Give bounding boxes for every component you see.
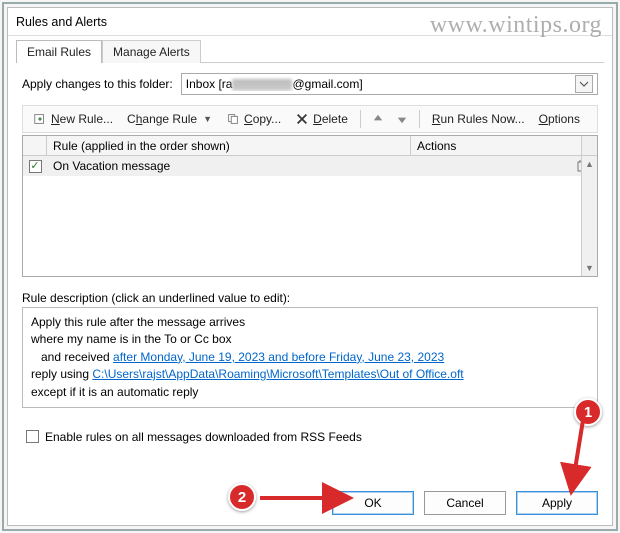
new-rule-button[interactable]: NNew Rule...ew Rule... (27, 110, 119, 128)
chevron-down-icon[interactable] (575, 75, 593, 93)
rule-enabled-checkbox[interactable] (29, 160, 42, 173)
scrollbar-track[interactable] (581, 172, 597, 260)
apply-folder-label: Apply changes to this folder: (22, 77, 173, 91)
options-button[interactable]: Options Options (533, 110, 586, 128)
rules-toolbar: NNew Rule...ew Rule... Change Rule▼ Chan… (22, 105, 598, 133)
run-rules-button[interactable]: Run Rules Now... Run Rules Now... (426, 110, 531, 128)
folder-dropdown[interactable]: Inbox [ra @gmail.com] (181, 73, 598, 95)
arrow-down-icon (395, 112, 409, 126)
move-up-button[interactable] (367, 110, 389, 128)
callout-1: 1 (574, 398, 602, 426)
new-rule-icon (33, 112, 47, 126)
ok-button[interactable]: OK (332, 491, 414, 515)
tab-panel-email-rules: Apply changes to this folder: Inbox [ra @… (16, 62, 604, 460)
scroll-down-button[interactable]: ▼ (581, 260, 597, 276)
col-rule-header[interactable]: Rule (applied in the order shown) (47, 136, 411, 155)
rules-alerts-dialog: Rules and Alerts www.wintips.org Email R… (7, 7, 613, 526)
cancel-button[interactable]: Cancel (424, 491, 506, 515)
rule-row[interactable]: On Vacation message (23, 156, 597, 176)
move-down-button[interactable] (391, 110, 413, 128)
desc-line-4: reply using C:\Users\rajst\AppData\Roami… (31, 366, 589, 383)
rss-label: Enable rules on all messages downloaded … (45, 430, 362, 444)
col-actions-header[interactable]: Actions (411, 136, 581, 155)
template-path-link[interactable]: C:\Users\rajst\AppData\Roaming\Microsoft… (92, 367, 463, 381)
redacted-text (232, 79, 292, 91)
rule-name: On Vacation message (47, 159, 427, 173)
desc-line-5: except if it is an automatic reply (31, 384, 589, 401)
scroll-up-button[interactable]: ▲ (581, 156, 597, 172)
apply-button[interactable]: Apply (516, 491, 598, 515)
tab-email-rules[interactable]: Email Rules (16, 40, 102, 63)
change-rule-button[interactable]: Change Rule▼ Change Rule (121, 110, 218, 128)
copy-rule-button[interactable]: Copy... Copy... (220, 110, 287, 128)
delete-icon (295, 112, 309, 126)
delete-rule-button[interactable]: Delete Delete (289, 110, 354, 128)
description-label: Rule description (click an underlined va… (22, 291, 598, 305)
tab-strip: Email Rules Manage Alerts (8, 36, 612, 62)
arrow-up-icon (371, 112, 385, 126)
dialog-titlebar: Rules and Alerts (8, 8, 612, 36)
dialog-title: Rules and Alerts (16, 15, 107, 29)
folder-value-prefix: Inbox [ra (186, 77, 233, 91)
desc-line-1: Apply this rule after the message arrive… (31, 314, 589, 331)
rss-checkbox[interactable] (26, 430, 39, 443)
desc-line-3: and received after Monday, June 19, 2023… (31, 349, 589, 366)
folder-value-suffix: @gmail.com] (292, 77, 362, 91)
description-box: Apply this rule after the message arrive… (22, 307, 598, 408)
col-checkbox (23, 136, 47, 155)
copy-icon (226, 112, 240, 126)
desc-line-4-prefix: reply using (31, 367, 92, 381)
callout-2: 2 (228, 483, 256, 511)
folder-value: Inbox [ra @gmail.com] (186, 77, 571, 91)
rules-grid: Rule (applied in the order shown) Action… (22, 135, 598, 277)
dialog-buttons: OK Cancel Apply (332, 491, 598, 515)
tab-manage-alerts[interactable]: Manage Alerts (102, 40, 201, 63)
desc-line-3-prefix: and received (41, 350, 113, 364)
desc-line-2: where my name is in the To or Cc box (31, 331, 589, 348)
date-range-link[interactable]: after Monday, June 19, 2023 and before F… (113, 350, 444, 364)
